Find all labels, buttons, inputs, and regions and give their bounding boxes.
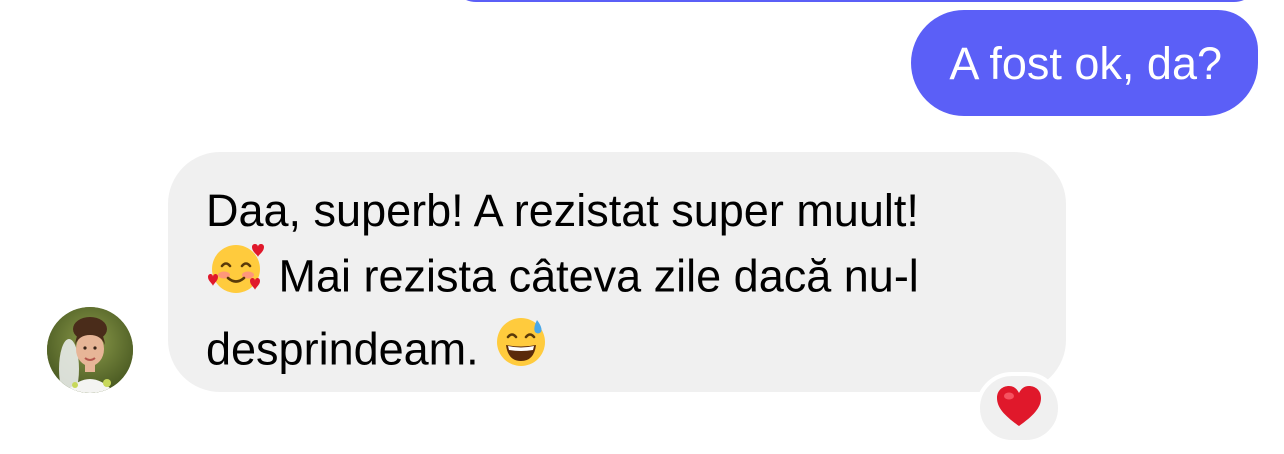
contact-avatar[interactable] [47,307,133,393]
incoming-message-text: desprindeam. [206,323,479,375]
red-heart-icon [995,384,1043,433]
outgoing-message-text: A fost ok, da? [949,37,1222,89]
reaction-badge[interactable] [976,372,1062,444]
grinning-face-with-sweat-icon [491,312,551,385]
incoming-message-text: Mai rezista câteva zile dacă nu-l [278,250,919,302]
smiling-face-with-hearts-icon [206,239,266,312]
incoming-message-bubble[interactable]: Daa, superb! A rezistat super muult! Mai… [168,152,1066,392]
previous-message-bubble [450,0,1260,2]
incoming-message-line: Daa, superb! A rezistat super muult! [206,185,919,236]
incoming-message-line: Mai rezista câteva zile dacă nu-l [206,243,1028,316]
avatar-photo [47,307,133,393]
outgoing-message-bubble[interactable]: A fost ok, da? [911,10,1258,116]
incoming-message-line: desprindeam. [206,316,1028,389]
